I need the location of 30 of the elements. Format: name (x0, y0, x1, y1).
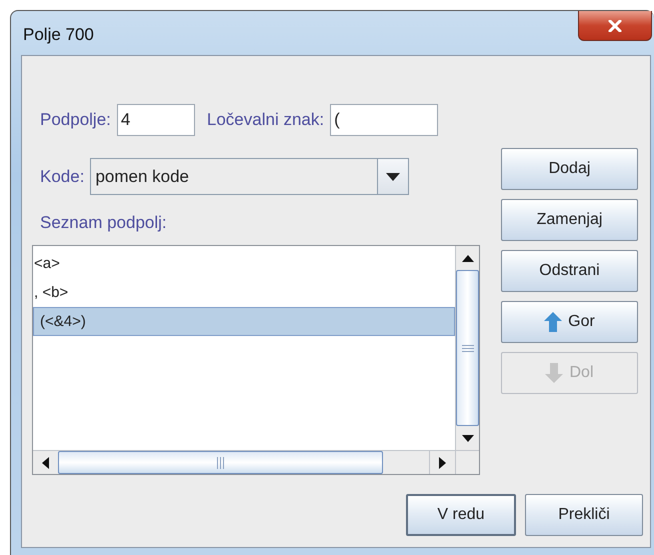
scroll-right-icon (439, 456, 446, 468)
list-label: Seznam podpolj: (39, 213, 168, 234)
vertical-scrollbar[interactable] (455, 246, 479, 450)
subfield-input[interactable]: 4 (116, 104, 195, 136)
list-item[interactable]: <a> (33, 249, 455, 278)
horizontal-scrollbar[interactable] (33, 451, 455, 474)
side-button[interactable]: Dodaj (501, 148, 638, 190)
caret-icon (386, 172, 400, 180)
subfield-label: Podpolje: (40, 110, 111, 130)
separator-input[interactable]: ( (330, 104, 438, 136)
list-item[interactable]: , <b> (33, 278, 455, 307)
list-item[interactable]: (<&4>) (33, 307, 455, 336)
codes-label: Kode: (40, 166, 84, 186)
side-button[interactable]: Odstrani (501, 250, 638, 292)
up-arrow-icon (544, 312, 562, 332)
grip-icon (217, 456, 224, 468)
separator-label: Ločevalni znak: (206, 110, 324, 130)
grip-icon (462, 344, 474, 352)
window-title: Polje 700 (23, 25, 94, 45)
side-button[interactable]: Gor (501, 301, 638, 343)
close-icon (608, 20, 622, 32)
close-button[interactable] (578, 11, 652, 41)
side-button[interactable]: Zamenjaj (501, 199, 638, 241)
scroll-left-icon (42, 456, 49, 468)
codes-dropdown[interactable]: pomen kode (90, 158, 410, 195)
cancel-button[interactable]: Prekliči (525, 494, 643, 536)
down-arrow-icon (545, 363, 564, 383)
scroll-down-icon (462, 434, 474, 442)
ok-button[interactable]: V redu (406, 494, 516, 536)
scroll-up-icon (462, 254, 474, 262)
